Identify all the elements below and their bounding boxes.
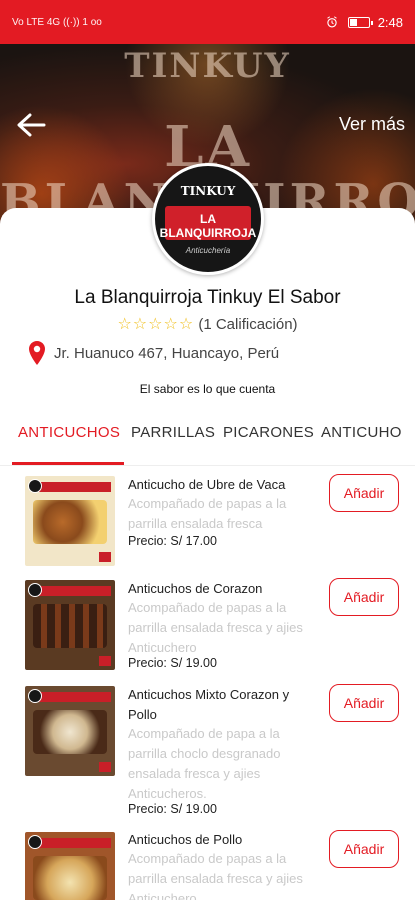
product-description: Acompañado de papas a la parrilla ensala…: [128, 600, 303, 655]
tab-anticuchos[interactable]: ANTICUCHOS: [18, 424, 120, 441]
product-image: [25, 832, 115, 900]
back-button[interactable]: [14, 108, 48, 142]
status-bar: Vo LTE 4G ((·)) 1 oo 2:48: [0, 0, 415, 44]
tab-picarones[interactable]: PICARONES: [223, 424, 314, 441]
product-price: Precio: S/ 19.00: [128, 802, 217, 816]
logo-line-1: TINKUY: [180, 184, 236, 198]
banner-text-top: TINKUY: [124, 46, 291, 86]
status-time: 2:48: [377, 14, 403, 30]
signal-indicators-text: Vo LTE 4G ((·)) 1 oo: [12, 16, 102, 28]
add-button[interactable]: Añadir: [329, 474, 399, 512]
product-image: [25, 580, 115, 670]
tab-anticuho[interactable]: ANTICUHO: [321, 424, 402, 441]
battery-icon: [347, 16, 373, 28]
product-price: Precio: S/ 19.00: [128, 656, 217, 670]
logo-line-2: LA BLANQUIRROJA: [159, 212, 257, 240]
arrow-left-icon: [17, 113, 46, 137]
logo-line-3: Anticuchería: [185, 246, 231, 255]
product-description: Acompañado de papas a la parrilla ensala…: [128, 851, 303, 900]
product-name: Anticucho de Ubre de Vaca: [128, 477, 286, 492]
status-indicators: Vo LTE 4G ((·)) 1 oo: [12, 17, 102, 28]
product-description: Acompañado de papa a la parrilla choclo …: [128, 726, 281, 801]
see-more-button[interactable]: Ver más: [339, 114, 405, 135]
restaurant-logo: TINKUY LA BLANQUIRROJA Anticuchería: [152, 163, 264, 275]
restaurant-name: La Blanquirroja Tinkuy El Sabor: [74, 287, 341, 308]
product-name: Anticuchos Mixto Corazon y Pollo: [128, 687, 290, 722]
product-description: Acompañado de papas a la parrilla ensala…: [128, 496, 287, 531]
product-name: Anticuchos de Pollo: [128, 832, 243, 847]
product-name: Anticuchos de Corazon: [128, 581, 263, 596]
rating-row[interactable]: ☆☆☆☆☆ (1 Calificación): [0, 314, 415, 334]
address-text: Jr. Huanuco 467, Huancayo, Perú: [54, 344, 280, 362]
category-tabs: ANTICUCHOS PARRILLAS PICARONES ANTICUHO: [0, 412, 415, 466]
rating-count: (1 Calificación): [198, 316, 298, 333]
active-tab-indicator: [12, 462, 124, 465]
product-image: [25, 686, 115, 776]
slogan: El sabor es lo que cuenta: [139, 382, 276, 396]
address-row[interactable]: Jr. Huanuco 467, Huancayo, Perú: [28, 340, 279, 366]
product-image: [25, 476, 115, 566]
add-button[interactable]: Añadir: [329, 578, 399, 616]
alarm-icon: [326, 16, 337, 28]
location-pin-icon: [29, 341, 45, 365]
add-button[interactable]: Añadir: [329, 684, 399, 722]
star-rating-icon: ☆☆☆☆☆: [117, 316, 195, 333]
product-price: Precio: S/ 17.00: [128, 534, 217, 548]
add-button[interactable]: Añadir: [329, 830, 399, 868]
status-right: 2:48: [324, 15, 403, 30]
tab-parrillas[interactable]: PARRILLAS: [131, 424, 215, 441]
